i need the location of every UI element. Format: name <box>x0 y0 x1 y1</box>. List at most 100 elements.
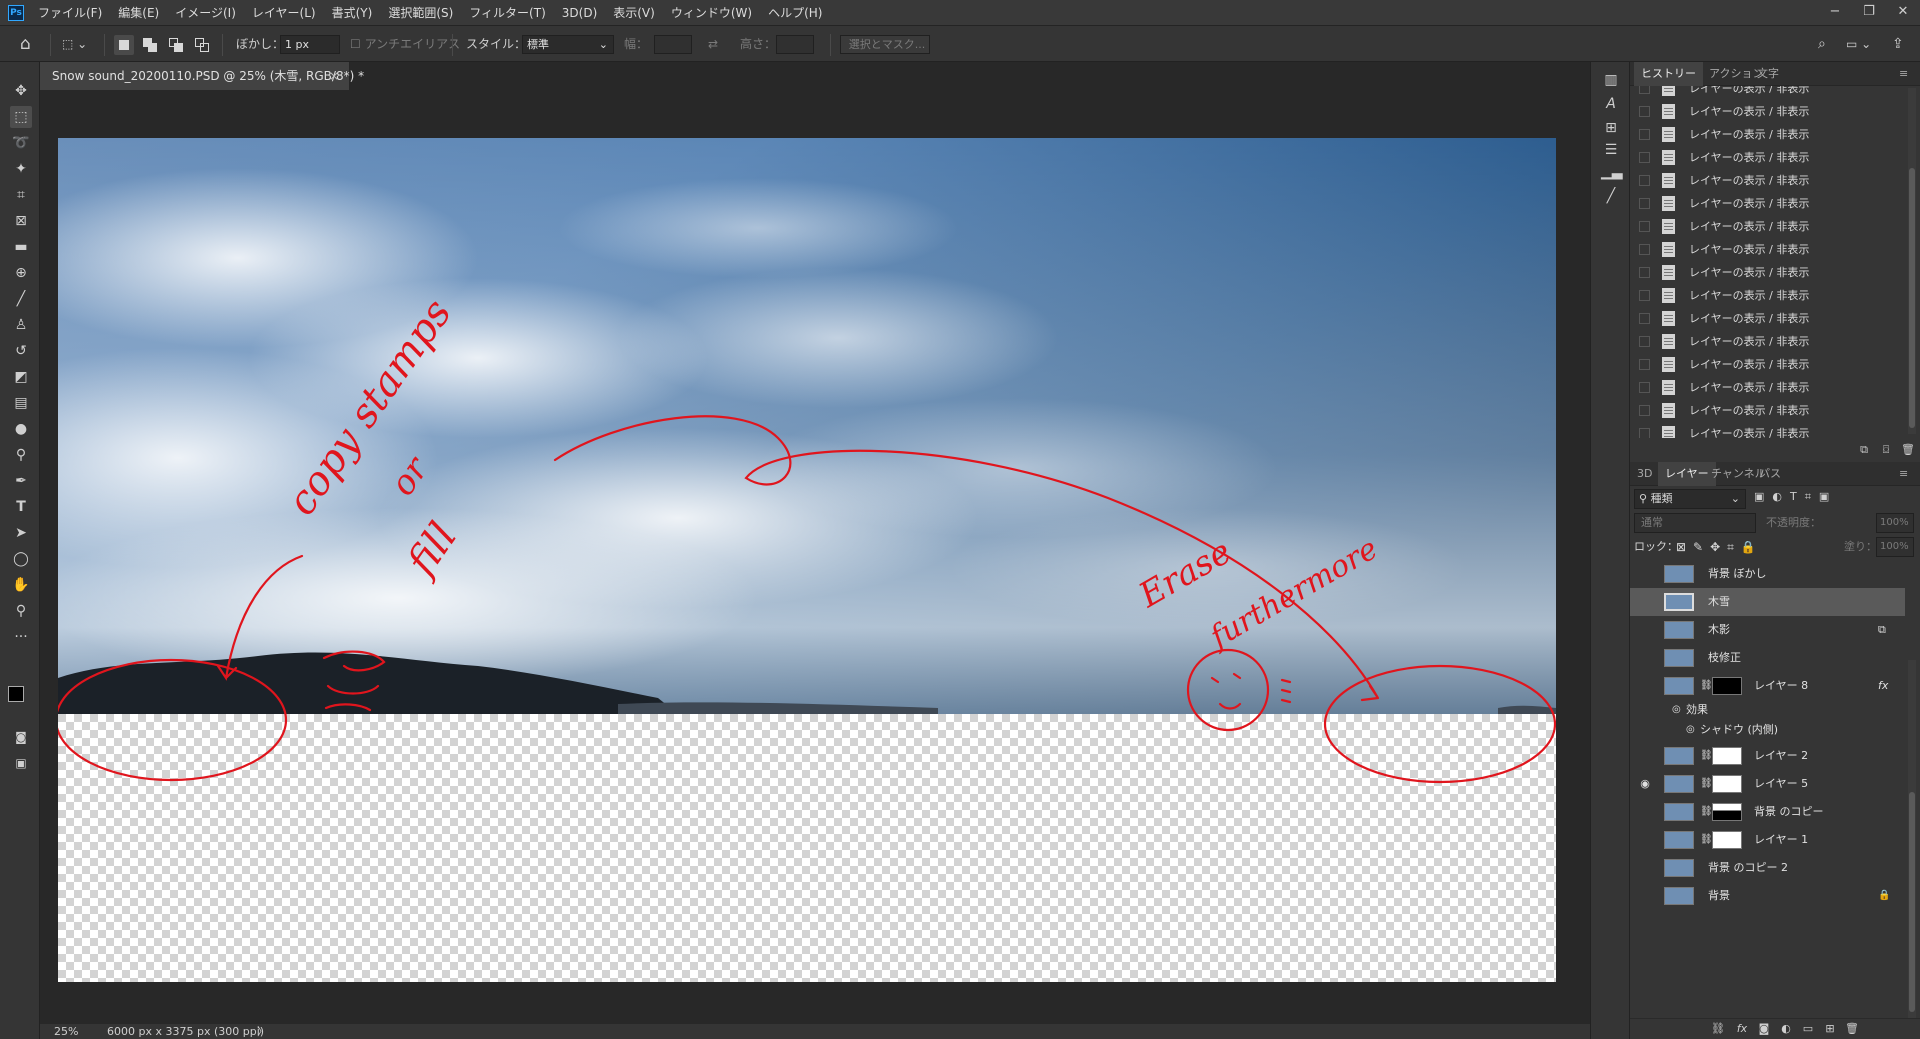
status-menu-arrow[interactable]: 〉 <box>257 1024 268 1039</box>
history-state-row[interactable]: レイヤーの表示 / 非表示 <box>1630 261 1900 284</box>
layer-filter-icons[interactable]: ▣◐T⌗▣ <box>1754 490 1914 508</box>
history-brush-icon[interactable]: ↺ <box>10 340 32 362</box>
visibility-toggle[interactable] <box>1638 644 1652 672</box>
workspace-icon[interactable]: ▭ ⌄ <box>1846 26 1871 62</box>
brush-tool-icon[interactable]: ╱ <box>10 288 32 310</box>
layer-row[interactable]: ⛓ レイヤー 1 <box>1630 826 1905 854</box>
history-brush-source-checkbox[interactable] <box>1639 106 1650 117</box>
healing-brush-icon[interactable]: ⊕ <box>10 262 32 284</box>
tab-history[interactable]: ヒストリー <box>1634 62 1703 86</box>
menu-item[interactable]: ヘルプ(H) <box>760 0 830 26</box>
adjustments-panel-icon[interactable]: ☰ <box>1601 140 1621 160</box>
history-brush-source-checkbox[interactable] <box>1639 267 1650 278</box>
menu-item[interactable]: 選択範囲(S) <box>380 0 461 26</box>
pen-tool-icon[interactable]: ✒ <box>10 470 32 492</box>
antialias-checkbox[interactable]: ☐ アンチエイリアス <box>350 26 460 62</box>
history-state-row[interactable]: レイヤーの表示 / 非表示 <box>1630 284 1900 307</box>
swap-icon[interactable]: ⇄ <box>708 26 718 62</box>
lock-icons[interactable]: ⊠✎✥⌗🔒 <box>1676 537 1763 557</box>
width-input[interactable] <box>654 35 692 54</box>
visibility-toggle[interactable] <box>1638 616 1652 644</box>
more-tools-icon[interactable]: ··· <box>10 626 32 648</box>
history-state-row[interactable]: レイヤーの表示 / 非表示 <box>1630 376 1900 399</box>
history-brush-source-checkbox[interactable] <box>1639 290 1650 301</box>
visibility-toggle[interactable] <box>1638 854 1652 882</box>
visibility-toggle[interactable] <box>1638 560 1652 588</box>
path-selection-icon[interactable]: ➤ <box>10 522 32 544</box>
search-icon[interactable]: ⌕ <box>1818 26 1826 62</box>
frame-tool-icon[interactable]: ⊠ <box>10 210 32 232</box>
menu-item[interactable]: 編集(E) <box>110 0 167 26</box>
layer-row[interactable]: 木影 ⧉ <box>1630 616 1905 644</box>
fill-input[interactable]: 100% <box>1876 537 1914 557</box>
document-canvas[interactable]: copy stamps or fill Erase furthermore <box>58 138 1556 982</box>
new-layer-icon[interactable]: ⊞ <box>1822 1021 1838 1037</box>
select-and-mask-button[interactable]: 選択とマスク... <box>840 35 930 54</box>
add-mask-icon[interactable]: ◙ <box>1756 1021 1772 1037</box>
history-state-row[interactable]: レイヤーの表示 / 非表示 <box>1630 215 1900 238</box>
new-group-icon[interactable]: ▭ <box>1800 1021 1816 1037</box>
visibility-toggle[interactable] <box>1638 672 1652 700</box>
home-icon[interactable]: ⌂ <box>20 26 31 62</box>
zoom-level[interactable]: 25% <box>54 1024 78 1039</box>
history-brush-source-checkbox[interactable] <box>1639 152 1650 163</box>
adjustment-layer-icon[interactable]: ◐ <box>1778 1021 1794 1037</box>
eyedropper-tool-icon[interactable]: ▬ <box>10 236 32 258</box>
link-layers-icon[interactable]: ⛓ <box>1710 1021 1726 1037</box>
share-icon[interactable]: ⇪ <box>1892 26 1904 62</box>
history-state-row[interactable]: レイヤーの表示 / 非表示 <box>1630 146 1900 169</box>
history-state-row[interactable]: レイヤーの表示 / 非表示 <box>1630 422 1900 438</box>
trash-icon[interactable]: 🗑 <box>1844 1021 1860 1037</box>
menu-item[interactable]: ファイル(F) <box>30 0 110 26</box>
zoom-tool-icon[interactable]: ⚲ <box>10 600 32 622</box>
fx-icon[interactable]: fx <box>1878 672 1888 700</box>
restore-button[interactable]: ❐ <box>1852 0 1886 26</box>
history-state-row[interactable]: レイヤーの表示 / 非表示 <box>1630 192 1900 215</box>
marquee-tool-icon[interactable]: ⬚ <box>10 106 32 128</box>
layers-panel-menu-icon[interactable]: ≡ <box>1892 462 1915 486</box>
effects-row[interactable]: ◎ 効果 <box>1630 700 1905 720</box>
height-input[interactable] <box>776 35 814 54</box>
feather-input[interactable]: 1 px <box>280 35 340 54</box>
histogram-panel-icon[interactable]: ▁▃ <box>1601 162 1623 182</box>
opacity-input[interactable]: 100% <box>1876 513 1914 533</box>
history-brush-source-checkbox[interactable] <box>1639 198 1650 209</box>
brush-settings-icon[interactable]: ╱ <box>1601 186 1621 206</box>
add-selection-icon[interactable] <box>140 35 160 55</box>
hand-tool-icon[interactable]: ✋ <box>10 574 32 596</box>
effect-row[interactable]: ◎ シャドウ (内側) <box>1630 720 1905 740</box>
gradient-tool-icon[interactable]: ▤ <box>10 392 32 414</box>
blend-mode-select[interactable]: 通常 <box>1634 513 1756 533</box>
snapshot-camera-icon[interactable]: ⌼ <box>1878 442 1894 458</box>
history-state-row[interactable]: レイヤーの表示 / 非表示 <box>1630 100 1900 123</box>
minimize-button[interactable]: − <box>1818 0 1852 26</box>
canvas-area[interactable]: copy stamps or fill Erase furthermore <box>40 90 1570 1024</box>
tab-paths[interactable]: パス <box>1752 462 1788 486</box>
type-tool-icon[interactable]: T <box>10 496 32 518</box>
new-selection-icon[interactable] <box>114 35 134 55</box>
history-brush-source-checkbox[interactable] <box>1639 221 1650 232</box>
history-state-row[interactable]: レイヤーの表示 / 非表示 <box>1630 169 1900 192</box>
layer-row[interactable]: 木雪 <box>1630 588 1905 616</box>
eraser-tool-icon[interactable]: ◩ <box>10 366 32 388</box>
panel-menu-icon[interactable]: ≡ <box>1892 62 1915 86</box>
layers-scrollbar[interactable] <box>1908 660 1916 1020</box>
effect-eye-icon[interactable]: ◎ <box>1686 720 1695 740</box>
menu-item[interactable]: フィルター(T) <box>461 0 553 26</box>
history-brush-source-checkbox[interactable] <box>1639 175 1650 186</box>
layer-filter-select[interactable]: ⚲ 種類 ⌄ <box>1634 489 1746 509</box>
visibility-toggle[interactable] <box>1638 882 1652 910</box>
new-document-from-state-icon[interactable]: ⧉ <box>1856 442 1872 458</box>
visibility-toggle[interactable] <box>1638 798 1652 826</box>
layer-row[interactable]: 枝修正 <box>1630 644 1905 672</box>
layer-row[interactable]: 背景 のコピー 2 <box>1630 854 1905 882</box>
history-panel-icon[interactable]: ▥ <box>1601 70 1621 90</box>
history-brush-source-checkbox[interactable] <box>1639 129 1650 140</box>
layer-row[interactable]: ⛓ 背景 のコピー <box>1630 798 1905 826</box>
history-brush-source-checkbox[interactable] <box>1639 336 1650 347</box>
layer-row[interactable]: 背景 🔒 <box>1630 882 1905 910</box>
history-brush-source-checkbox[interactable] <box>1639 86 1650 94</box>
close-tab-icon[interactable]: × <box>329 62 339 90</box>
close-button[interactable]: ✕ <box>1886 0 1920 26</box>
layer-mask-thumbnail[interactable] <box>1712 803 1742 821</box>
